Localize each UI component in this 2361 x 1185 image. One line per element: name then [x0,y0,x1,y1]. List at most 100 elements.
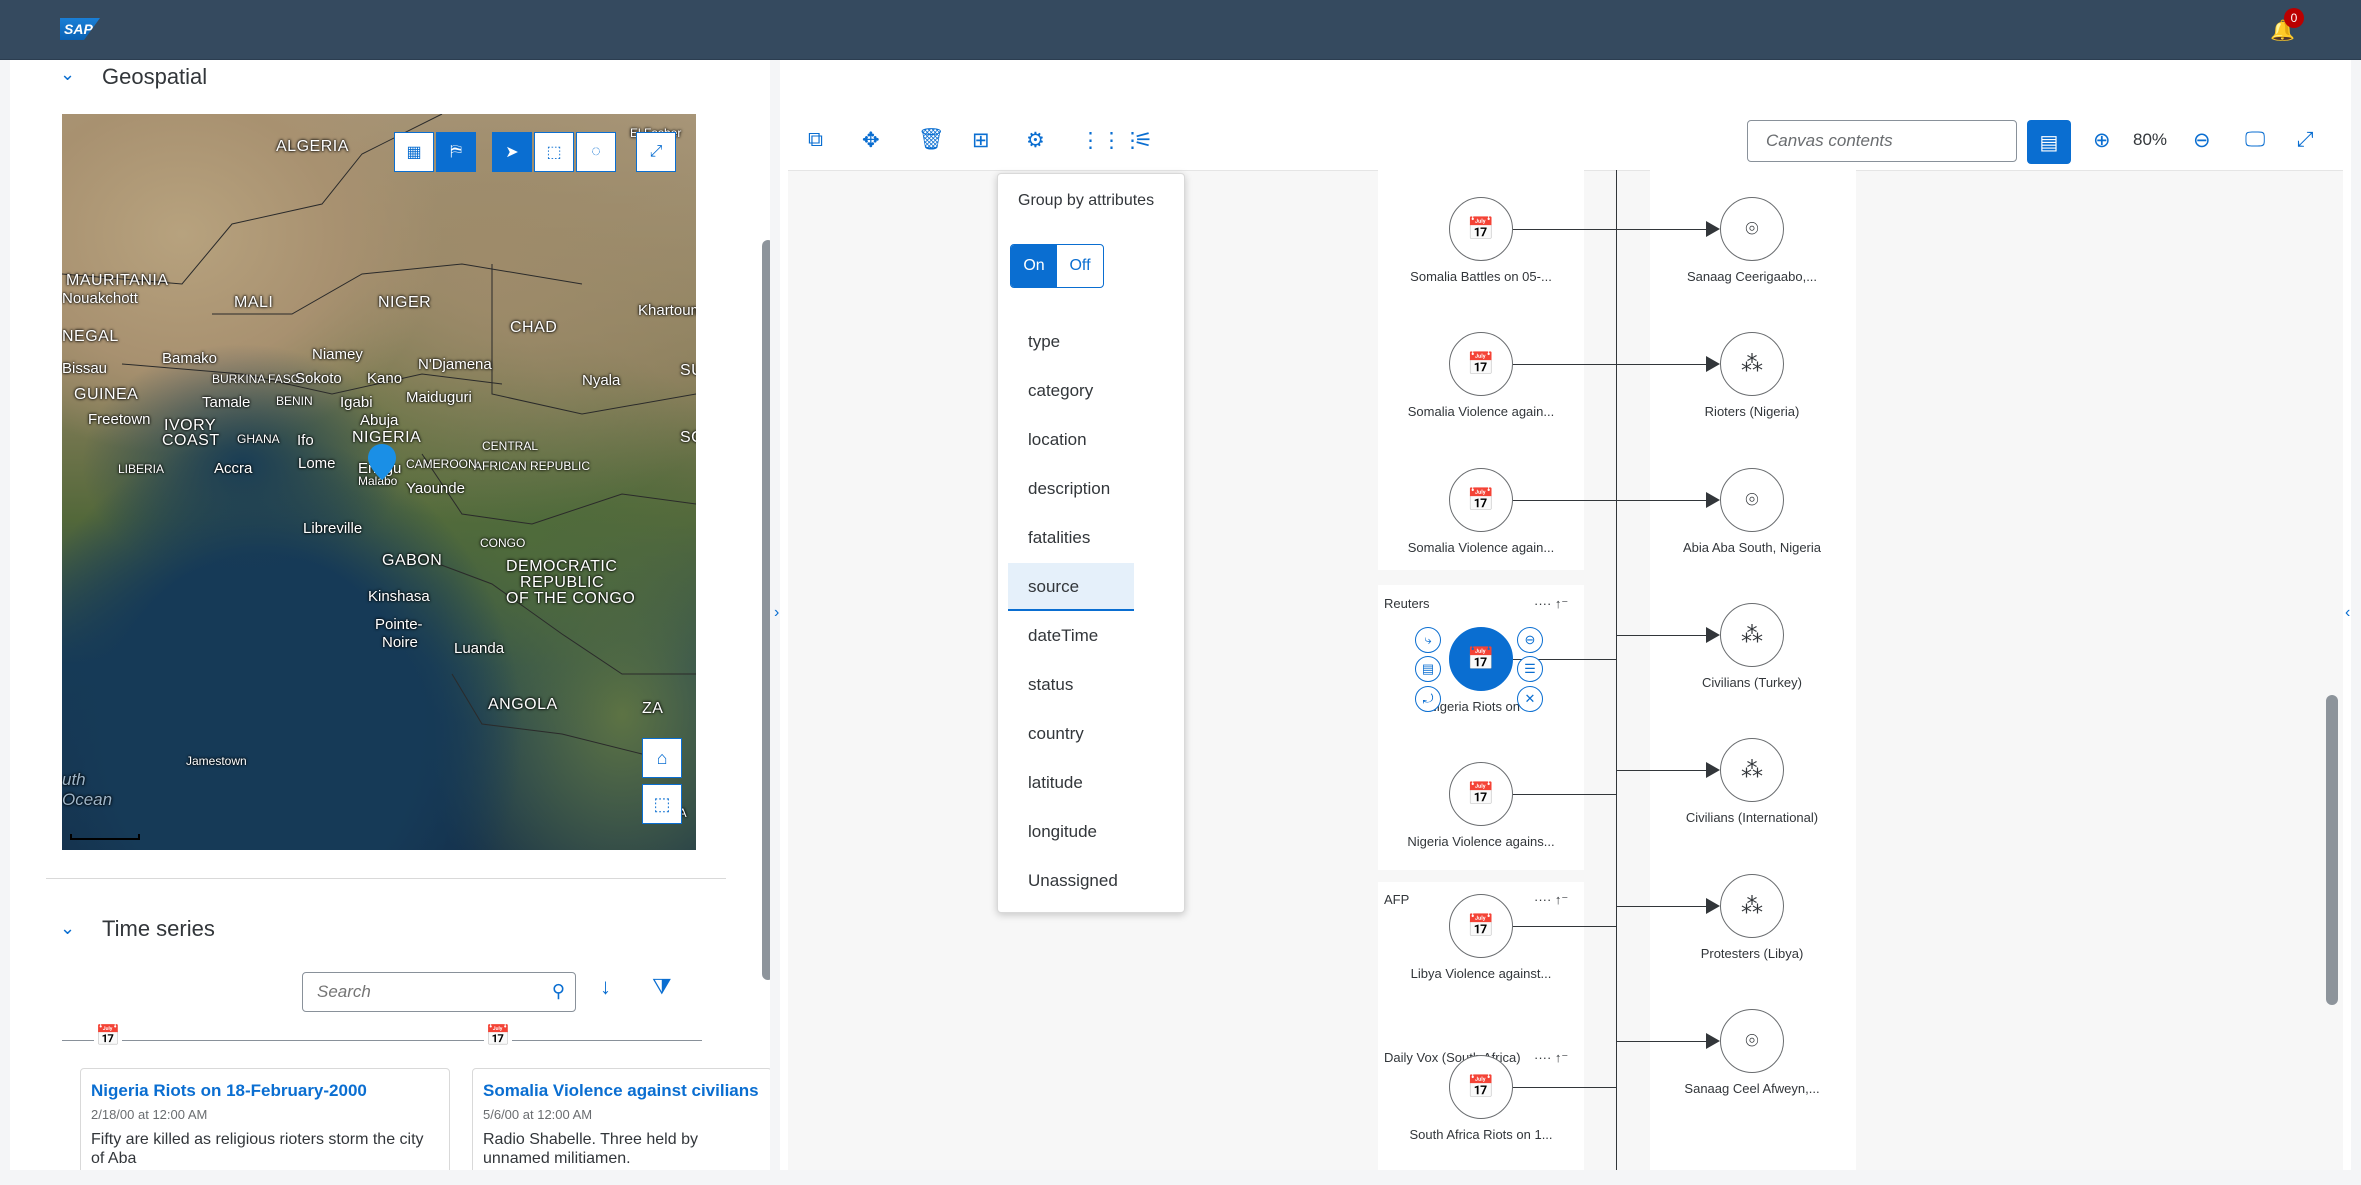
map-label: AFRICAN REPUBLIC [474,459,591,473]
lasso-select-icon[interactable]: ◌ [576,132,616,172]
event-node-icon[interactable]: 📅 [1449,1055,1513,1119]
share-icon[interactable]: ⤷ [1415,627,1441,653]
graph-edge [1616,364,1706,365]
group-option-longitude[interactable]: longitude [1008,808,1134,856]
lane-more-icon[interactable]: ···· ↑⁻ [1534,596,1568,612]
event-node-label: Somalia Violence again... [1407,540,1555,555]
map-label: Libreville [303,520,363,537]
group-toggle[interactable]: On Off [1010,244,1104,288]
table-view-icon[interactable]: ▤ [2027,120,2071,164]
sort-down-icon[interactable]: ↓ [600,974,611,1000]
expand-icon[interactable]: ⤾ [1415,686,1441,712]
event-node-icon[interactable]: 📅 [1449,197,1513,261]
filter-sliders-icon[interactable]: ⚟ [1134,128,1153,153]
chevron-right-icon[interactable]: › [774,604,779,622]
zoom-extent-icon[interactable]: ⬚ [642,784,682,824]
chevron-down-icon[interactable]: ⌄ [60,918,75,939]
event-node-icon[interactable]: 📅 [1449,627,1513,691]
group-node-icon[interactable]: ⁂ [1720,874,1784,938]
timeseries-search[interactable]: ⚲ [302,972,576,1012]
target-node-label: Sanaag Ceel Afweyn,... [1684,1081,1820,1096]
sap-logo: SAP [60,18,100,40]
map-label: BURKINA FASO [212,372,301,386]
group-option-status[interactable]: status [1008,661,1134,709]
home-icon[interactable]: ⌂ [642,738,682,778]
map-label: Sokoto [295,370,342,387]
search-icon[interactable]: ⚲ [552,981,565,1002]
event-node-icon[interactable]: 📅 [1449,894,1513,958]
rectangle-select-icon[interactable]: ⬚ [534,132,574,172]
location-node-icon[interactable]: ⌾ [1720,1009,1784,1073]
map-marker-icon[interactable] [368,444,396,480]
group-option-type[interactable]: type [1008,318,1134,366]
card-title[interactable]: Nigeria Riots on 18-February-2000 [91,1081,439,1101]
search-input[interactable] [303,973,523,1011]
location-node-icon[interactable]: ⌾ [1720,468,1784,532]
details-icon[interactable]: ▤ [1415,656,1441,682]
group-node-icon[interactable]: ⁂ [1720,332,1784,396]
copy-icon[interactable]: ⧉ [808,128,823,152]
zoom-out-icon[interactable]: ⊖ [2193,128,2211,153]
delete-icon[interactable]: 🗑 [918,128,945,152]
group-option-source[interactable]: source [1008,563,1134,611]
collapse-icon[interactable]: ⊖ [1517,627,1543,653]
left-scrollbar[interactable] [762,240,770,980]
event-node-icon[interactable]: 📅 [1449,762,1513,826]
monitor-icon[interactable]: 🖵 [2245,128,2265,152]
calendar-event-icon[interactable]: 📅 [94,1023,122,1051]
card-body: Fifty are killed as religious rioters st… [91,1131,424,1167]
graph-edge [1513,500,1616,501]
list-icon[interactable]: ☰ [1517,656,1543,682]
group-option-datetime[interactable]: dateTime [1008,612,1134,660]
group-option-location[interactable]: location [1008,416,1134,464]
canvas-scrollbar[interactable] [2326,695,2338,1005]
group-option-description[interactable]: description [1008,465,1134,513]
lane-more-icon[interactable]: ···· ↑⁻ [1534,892,1568,908]
target-node-label: Civilians (Turkey) [1702,675,1802,690]
card-date: 5/6/00 at 12:00 AM [483,1107,593,1122]
hierarchy-icon[interactable]: ⊞ [972,128,990,153]
timeseries-card[interactable]: Somalia Violence against civilians 5/6/0… [472,1068,770,1170]
chevron-down-icon[interactable]: ⌄ [60,64,75,85]
group-option-country[interactable]: country [1008,710,1134,758]
group-option-category[interactable]: category [1008,367,1134,415]
remove-icon[interactable]: ✕ [1517,686,1543,712]
event-node-icon[interactable]: 📅 [1449,468,1513,532]
graph-edge [1616,635,1706,636]
map-label: N'Djamena [418,356,492,373]
filter-icon[interactable]: ⧩ [652,974,672,1000]
map-layers-icon[interactable]: ▦ [394,132,434,172]
chevron-left-icon[interactable]: ‹ [2345,604,2350,622]
group-option-latitude[interactable]: latitude [1008,759,1134,807]
calendar-event-icon[interactable]: 📅 [484,1023,512,1051]
location-node-icon[interactable]: ⌾ [1720,197,1784,261]
lane-more-icon[interactable]: ···· ↑⁻ [1534,1050,1568,1066]
map-label: LIBERIA [118,462,165,476]
card-title[interactable]: Somalia Violence against civilians [483,1081,761,1101]
geospatial-map[interactable]: ALGERIA MAURITANIA Nouakchott MALI NIGER CHAD… [62,114,696,850]
canvas-search-input[interactable]: Canvas contents [1747,120,2017,162]
arrowhead [1706,898,1720,914]
map-pins-icon[interactable]: ⛿ [436,132,476,172]
edge-bus [1616,170,1617,1170]
group-node-icon[interactable]: ⁂ [1720,603,1784,667]
group-option-unassigned[interactable]: Unassigned [1008,857,1134,905]
graph-edge [1616,906,1706,907]
select-pointer-icon[interactable]: ➤ [492,132,532,172]
settings-icon[interactable]: ⚙ [1026,128,1045,153]
group-node-icon[interactable]: ⁂ [1720,738,1784,802]
graph-edge [1616,770,1706,771]
event-node-label: Somalia Violence again... [1407,404,1555,419]
toggle-off[interactable]: Off [1057,245,1103,287]
event-node-icon[interactable]: 📅 [1449,332,1513,396]
zoom-in-icon[interactable]: ⊕ [2093,128,2111,153]
map-label: CENTRAL [482,439,539,453]
move-icon[interactable]: ✥ [862,128,880,153]
fullscreen-icon[interactable]: ⤢ [2297,128,2314,152]
timeseries-card[interactable]: Nigeria Riots on 18-February-2000 2/18/0… [80,1068,450,1170]
map-label: Maiduguri [406,389,472,406]
group-option-fatalities[interactable]: fatalities [1008,514,1134,562]
fullscreen-icon[interactable]: ⤢ [636,132,676,172]
map-label: Ocean [62,790,113,809]
toggle-on[interactable]: On [1011,245,1057,287]
